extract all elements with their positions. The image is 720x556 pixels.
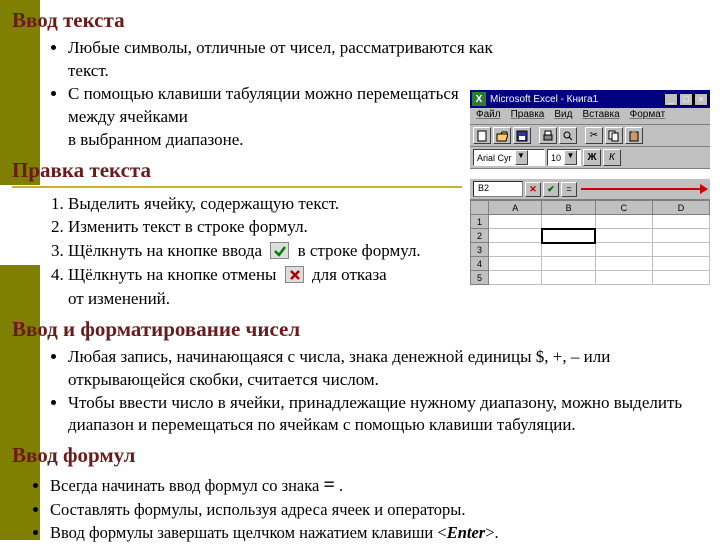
window-buttons: _ □ ×: [664, 93, 708, 106]
col-header[interactable]: D: [652, 201, 709, 215]
row-header[interactable]: 4: [471, 257, 489, 271]
list-item: Составлять формулы, используя адреса яче…: [50, 499, 710, 521]
list-item: С помощью клавиши табуляции можно переме…: [68, 83, 498, 152]
cancel-icon: [285, 266, 304, 283]
formula-bar: B2 ✕ ✔ =: [470, 179, 710, 199]
row-header[interactable]: 2: [471, 229, 489, 243]
list-text-edit: Выделить ячейку, содержащую текст. Измен…: [68, 192, 508, 311]
list-item: Щёлкнуть на кнопке ввода в строке формул…: [68, 239, 508, 263]
list-item: Любая запись, начинающаяся с числа, знак…: [68, 346, 710, 392]
open-icon[interactable]: [493, 127, 511, 144]
minimize-button[interactable]: _: [664, 93, 678, 106]
heading-formulas: Ввод формул: [12, 443, 710, 468]
list-item: Ввод формулы завершать щелчком нажатием …: [50, 522, 710, 544]
list-text-entry: Любые символы, отличные от чисел, рассма…: [68, 37, 498, 152]
active-cell[interactable]: [542, 229, 595, 243]
row-header[interactable]: 1: [471, 215, 489, 229]
cut-icon[interactable]: ✂: [585, 127, 603, 144]
menu-file[interactable]: Файл: [476, 109, 501, 123]
preview-icon[interactable]: [559, 127, 577, 144]
list-numbers: Любая запись, начинающаяся с числа, знак…: [68, 346, 710, 438]
chevron-down-icon: ▼: [564, 150, 577, 165]
equals-sign: =: [323, 474, 334, 496]
print-icon[interactable]: [539, 127, 557, 144]
close-button[interactable]: ×: [694, 93, 708, 106]
format-toolbar: Arial Cyr▼ 10▼ Ж К: [470, 147, 710, 169]
menu-edit[interactable]: Правка: [511, 109, 545, 123]
enter-icon: [270, 242, 289, 259]
font-combo[interactable]: Arial Cyr▼: [473, 149, 545, 166]
app-title: Microsoft: [490, 94, 531, 105]
fx-button[interactable]: =: [561, 182, 577, 197]
doc-title: Excel - Книга1: [533, 94, 598, 105]
list-item: Выделить ячейку, содержащую текст.: [68, 192, 508, 216]
paste-icon[interactable]: [625, 127, 643, 144]
list-item: Всегда начинать ввод формул со знака = .: [50, 472, 710, 499]
enter-entry-button[interactable]: ✔: [543, 182, 559, 197]
list-item: Изменить текст в строке формул.: [68, 215, 508, 239]
size-combo[interactable]: 10▼: [547, 149, 581, 166]
new-icon[interactable]: [473, 127, 491, 144]
list-formulas: Всегда начинать ввод формул со знака = .…: [50, 472, 710, 544]
list-item: Щёлкнуть на кнопке отмены для отказа от …: [68, 263, 508, 311]
titlebar: X Microsoft Excel - Книга1 _ □ ×: [470, 90, 710, 108]
name-box[interactable]: B2: [473, 181, 523, 197]
col-header[interactable]: B: [542, 201, 595, 215]
menu-view[interactable]: Вид: [554, 109, 572, 123]
italic-button[interactable]: К: [603, 149, 621, 166]
row-header[interactable]: 5: [471, 271, 489, 285]
excel-window: X Microsoft Excel - Книга1 _ □ × Файл Пр…: [470, 90, 710, 285]
chevron-down-icon: ▼: [515, 150, 528, 165]
menu-insert[interactable]: Вставка: [582, 109, 619, 123]
col-header[interactable]: A: [489, 201, 542, 215]
heading-numbers: Ввод и форматирование чисел: [12, 317, 710, 342]
menu-format[interactable]: Формат: [630, 109, 666, 123]
spacer: [470, 169, 710, 179]
arrow-icon: [581, 188, 707, 190]
heading-text-entry: Ввод текста: [12, 8, 710, 33]
row-header[interactable]: 3: [471, 243, 489, 257]
bold-button[interactable]: Ж: [583, 149, 601, 166]
list-item: Любые символы, отличные от чисел, рассма…: [68, 37, 498, 83]
excel-icon: X: [472, 92, 486, 106]
cancel-entry-button[interactable]: ✕: [525, 182, 541, 197]
standard-toolbar: ✂: [470, 125, 710, 147]
list-item: Чтобы ввести число в ячейки, принадлежащ…: [68, 392, 710, 438]
corner-cell[interactable]: [471, 201, 489, 215]
col-header[interactable]: C: [595, 201, 652, 215]
copy-icon[interactable]: [605, 127, 623, 144]
save-icon[interactable]: [513, 127, 531, 144]
heading-text-edit: Правка текста: [12, 158, 462, 188]
enter-key: Enter: [447, 523, 486, 542]
maximize-button[interactable]: □: [679, 93, 693, 106]
spreadsheet-grid[interactable]: A B C D 1 2 3 4 5: [470, 199, 710, 285]
menubar: Файл Правка Вид Вставка Формат: [470, 108, 710, 125]
